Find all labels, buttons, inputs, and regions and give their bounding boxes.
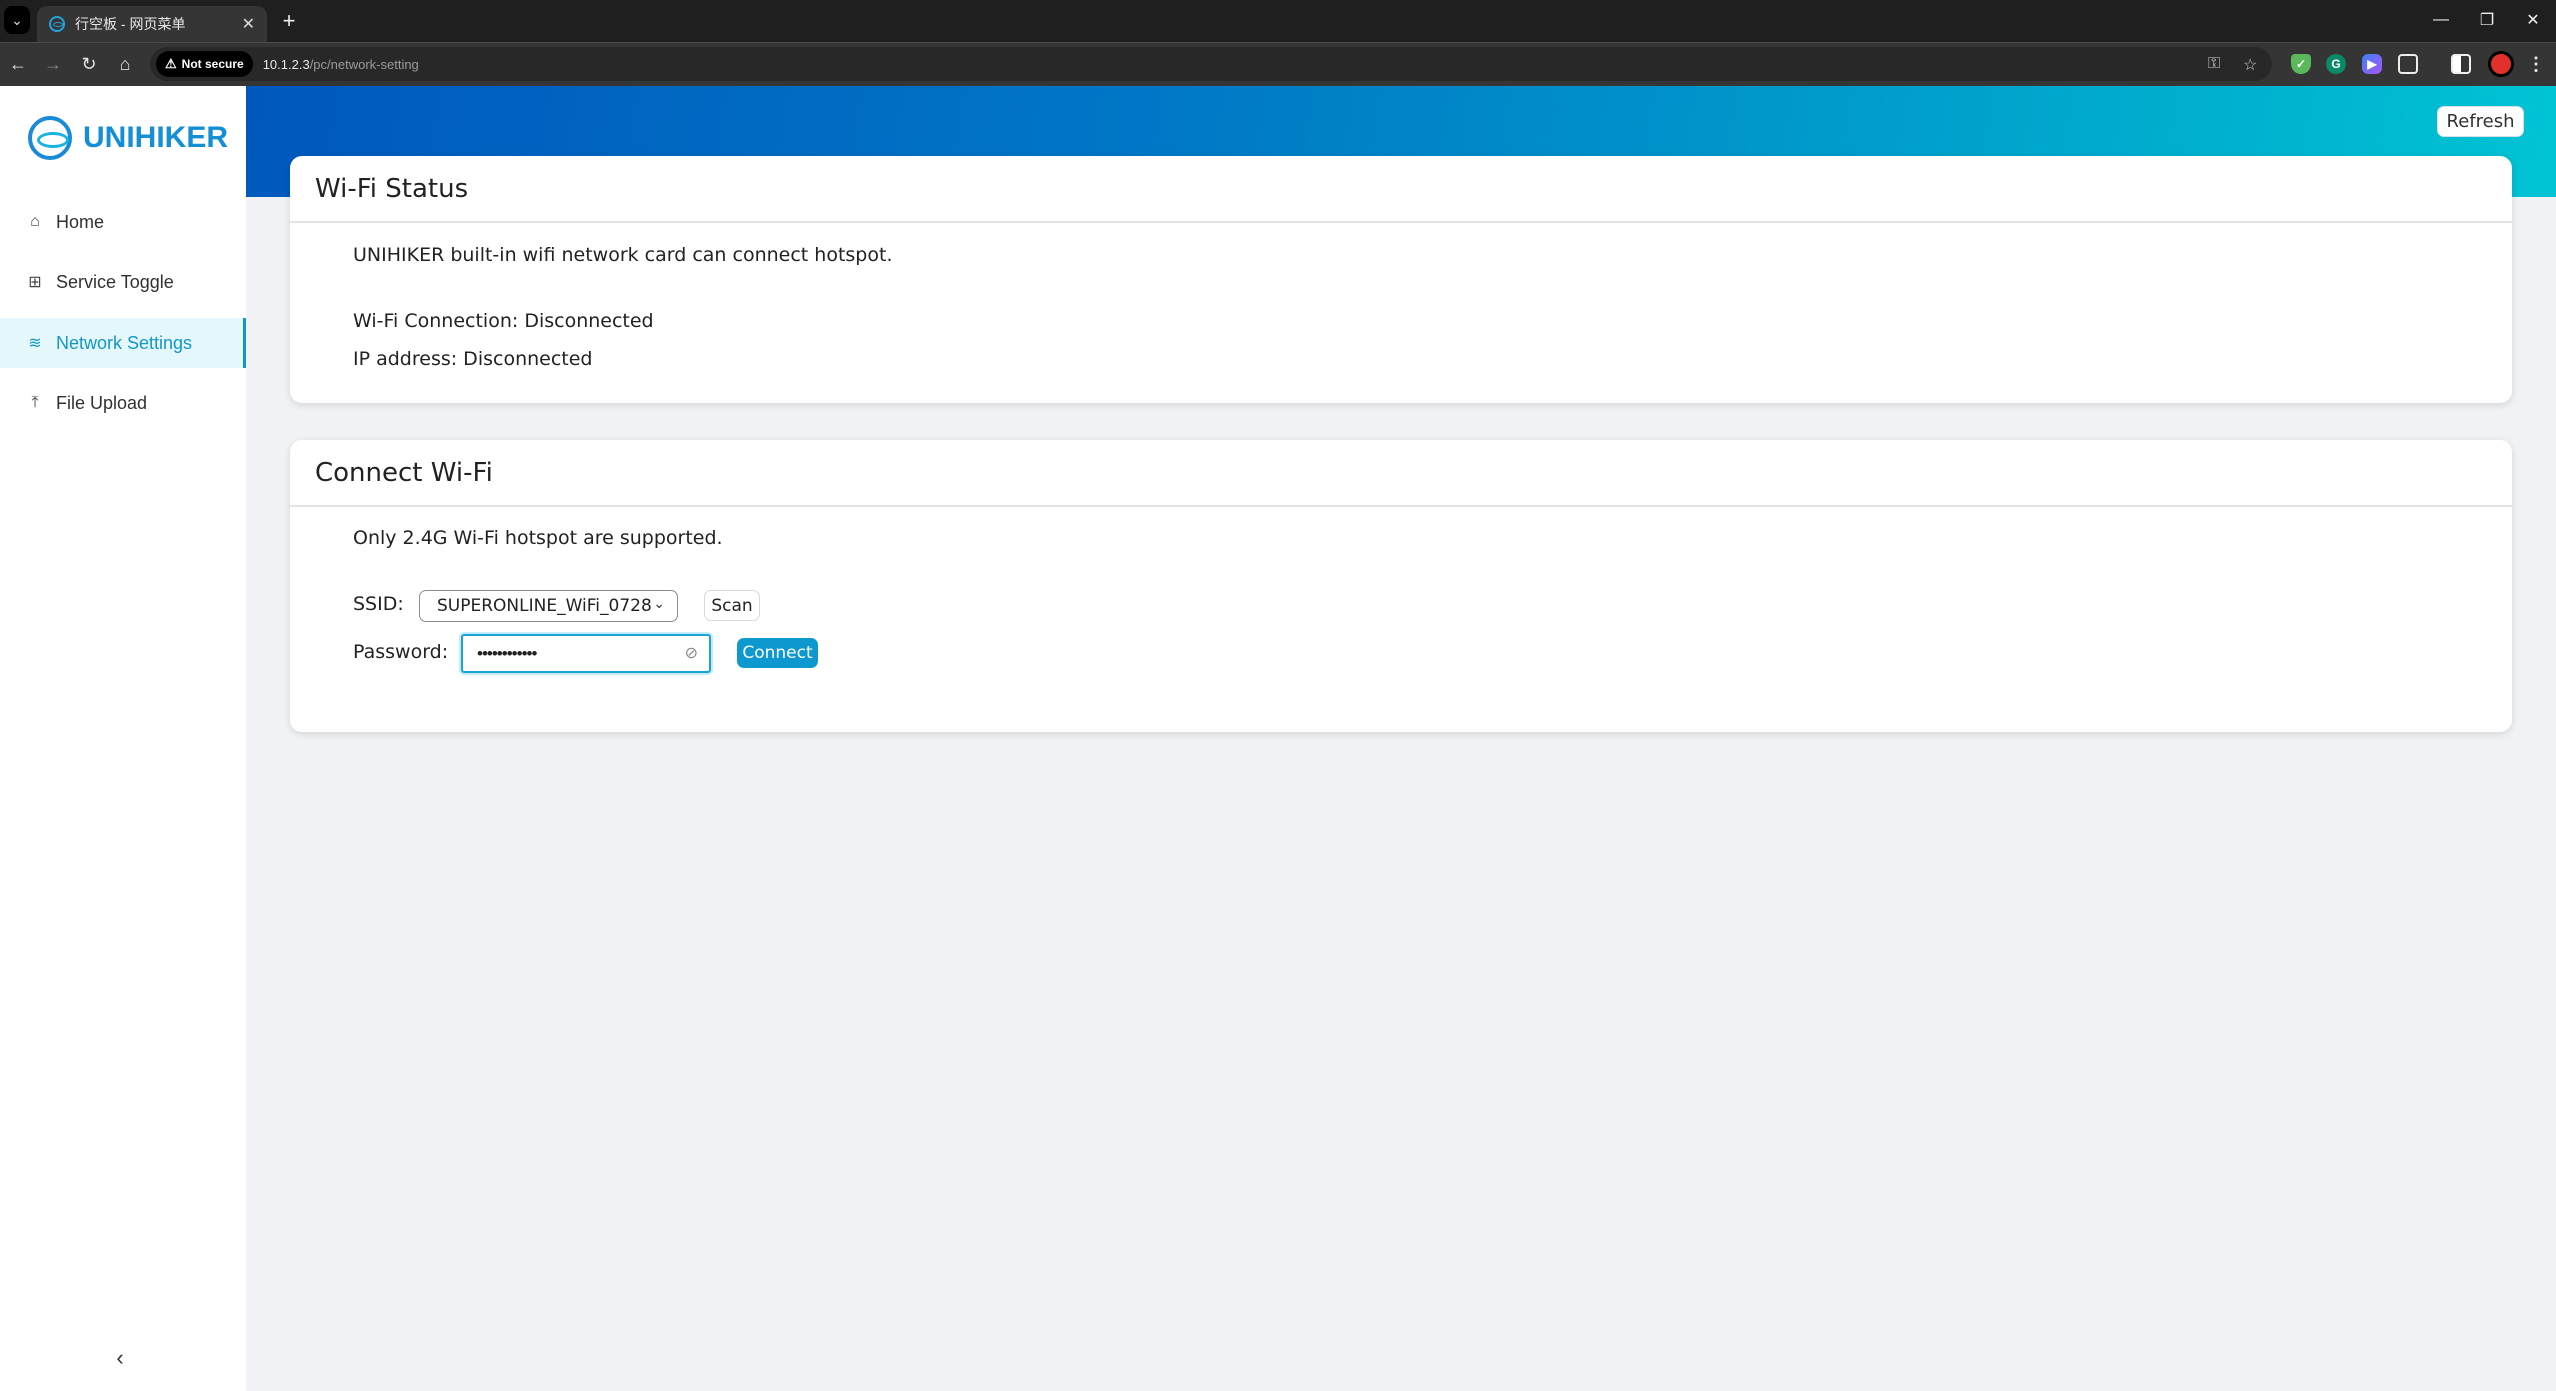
wifi-icon: ≋: [28, 335, 42, 352]
close-window-button[interactable]: ✕: [2510, 0, 2556, 40]
sidebar-item-label: File Upload: [56, 392, 148, 413]
home-icon: ⌂: [119, 53, 131, 74]
sidebar-item-home[interactable]: ⌂ Home: [0, 197, 246, 247]
extensions-puzzle-icon[interactable]: [2398, 54, 2418, 74]
minimize-button[interactable]: —: [2418, 0, 2464, 40]
new-tab-button[interactable]: +: [276, 8, 302, 34]
sidebar-item-file-upload[interactable]: ⤒ File Upload: [0, 378, 246, 428]
chevron-left-icon: ‹: [116, 1345, 124, 1370]
url-host: 10.1.2.3: [262, 56, 310, 72]
warning-triangle-icon: ⚠: [165, 56, 177, 71]
chevron-down-icon: ⌄: [653, 596, 665, 612]
security-chip[interactable]: ⚠ Not secure: [156, 51, 253, 77]
home-icon: ⌂: [30, 213, 40, 230]
tab-title: 行空板 - 网页菜单: [75, 16, 186, 32]
connect-wifi-card: Connect Wi-Fi Only 2.4G Wi-Fi hotspot ar…: [290, 440, 2512, 732]
home-button[interactable]: ⌂: [110, 49, 140, 79]
sidebar-item-label: Network Settings: [56, 332, 193, 353]
card-title: Wi-Fi Status: [290, 156, 2512, 223]
bookmark-star-icon[interactable]: ☆: [2243, 55, 2257, 75]
browser-menu-icon[interactable]: ⋮: [2526, 54, 2546, 74]
ssid-label: SSID:: [353, 593, 404, 615]
reload-icon: ↻: [81, 53, 97, 74]
password-label: Password:: [353, 641, 449, 663]
wifi-description: UNIHIKER built-in wifi network card can …: [353, 244, 893, 266]
logo-text: UNIHIKER: [83, 121, 229, 154]
upload-icon: ⤒: [31, 394, 39, 411]
eye-off-icon[interactable]: ⊘: [685, 643, 698, 663]
wifi-status-card: Wi-Fi Status UNIHIKER built-in wifi netw…: [290, 156, 2512, 403]
ip-address-status: IP address: Disconnected: [353, 348, 593, 370]
close-tab-icon[interactable]: ✕: [242, 14, 255, 34]
sidebar-item-network-settings[interactable]: ≋ Network Settings: [0, 318, 246, 368]
adblock-shield-icon[interactable]: ✓: [2291, 54, 2311, 74]
password-value: ••••••••••••: [477, 643, 537, 663]
side-panel-icon[interactable]: [2451, 54, 2471, 74]
ssid-value: SUPERONLINE_WiFi_0728: [437, 596, 652, 616]
url-text[interactable]: 10.1.2.3/pc/network-setting: [263, 57, 419, 72]
sidebar-item-label: Home: [56, 211, 105, 232]
connect-button[interactable]: Connect: [737, 638, 818, 668]
unihiker-logo-icon: [28, 116, 72, 160]
password-key-icon[interactable]: ⚿: [2208, 55, 2220, 73]
browser-tab[interactable]: 行空板 - 网页菜单 ✕: [37, 6, 267, 42]
profile-avatar[interactable]: [2488, 51, 2514, 77]
sidebar-item-service-toggle[interactable]: ⊞ Service Toggle: [0, 257, 246, 307]
card-title: Connect Wi-Fi: [290, 440, 2512, 507]
forward-button[interactable]: →: [38, 49, 68, 79]
tab-search-button[interactable]: ⌄: [4, 6, 30, 34]
security-label: Not secure: [181, 57, 244, 71]
refresh-button[interactable]: Refresh: [2437, 106, 2524, 137]
back-button[interactable]: ←: [3, 49, 33, 79]
sidebar-item-label: Service Toggle: [56, 271, 174, 292]
password-input[interactable]: •••••••••••• ⊘: [461, 634, 711, 673]
browser-toolbar: ← → ↻ ⌂ ⚠ Not secure 10.1.2.3/pc/network…: [0, 42, 2556, 86]
scan-button[interactable]: Scan: [704, 590, 760, 621]
arrow-right-icon: →: [44, 53, 62, 74]
ssid-select[interactable]: SUPERONLINE_WiFi_0728 ⌄: [419, 590, 678, 622]
collapse-sidebar-button[interactable]: ‹: [110, 1345, 130, 1370]
address-bar[interactable]: ⚠ Not secure 10.1.2.3/pc/network-setting…: [150, 47, 2272, 81]
chevron-down-icon: ⌄: [11, 11, 23, 28]
url-path: /pc/network-setting: [309, 56, 419, 72]
grid-icon: ⊞: [28, 274, 42, 291]
unihiker-logo[interactable]: UNIHIKER: [28, 116, 228, 160]
grammarly-icon[interactable]: G: [2326, 54, 2346, 74]
browser-tab-strip: ⌄ 行空板 - 网页菜单 ✕ + — ❐ ✕: [0, 0, 2556, 42]
copilot-icon[interactable]: ▶: [2362, 54, 2382, 74]
reload-button[interactable]: ↻: [74, 49, 104, 79]
wifi-connection-status: Wi-Fi Connection: Disconnected: [353, 310, 654, 332]
restore-button[interactable]: ❐: [2464, 0, 2510, 40]
band-note: Only 2.4G Wi-Fi hotspot are supported.: [353, 527, 723, 549]
unihiker-favicon-icon: [49, 16, 65, 32]
arrow-left-icon: ←: [9, 53, 27, 74]
